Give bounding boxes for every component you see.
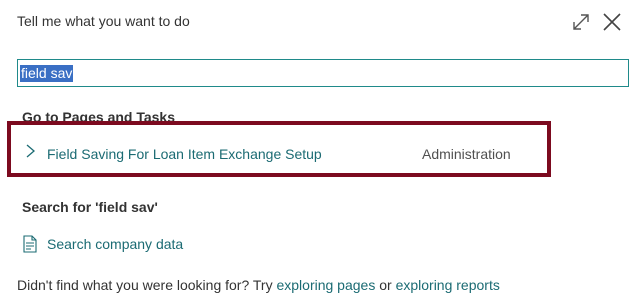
exploring-reports-link[interactable]: exploring reports [396, 277, 500, 293]
dialog-title: Tell me what you want to do [17, 13, 190, 29]
search-box[interactable]: field sav [17, 59, 629, 87]
result-department: Administration [422, 146, 511, 162]
search-input[interactable] [18, 60, 628, 86]
search-company-data-label: Search company data [47, 236, 184, 252]
result-row-field-saving[interactable]: Field Saving For Loan Item Exchange Setu… [7, 121, 551, 177]
close-icon [603, 13, 621, 31]
exploring-pages-link[interactable]: exploring pages [276, 277, 375, 293]
search-for-header: Search for 'field sav' [22, 199, 158, 215]
document-search-icon [23, 235, 37, 253]
footer-hint: Didn't find what you were looking for? T… [17, 277, 500, 293]
result-name[interactable]: Field Saving For Loan Item Exchange Setu… [47, 146, 322, 162]
footer-text: Didn't find what you were looking for? T… [17, 277, 277, 293]
close-button[interactable] [600, 10, 624, 34]
expand-icon [573, 14, 589, 30]
footer-or-text: or [375, 277, 396, 293]
chevron-right-icon [26, 144, 35, 158]
expand-button[interactable] [569, 10, 593, 34]
